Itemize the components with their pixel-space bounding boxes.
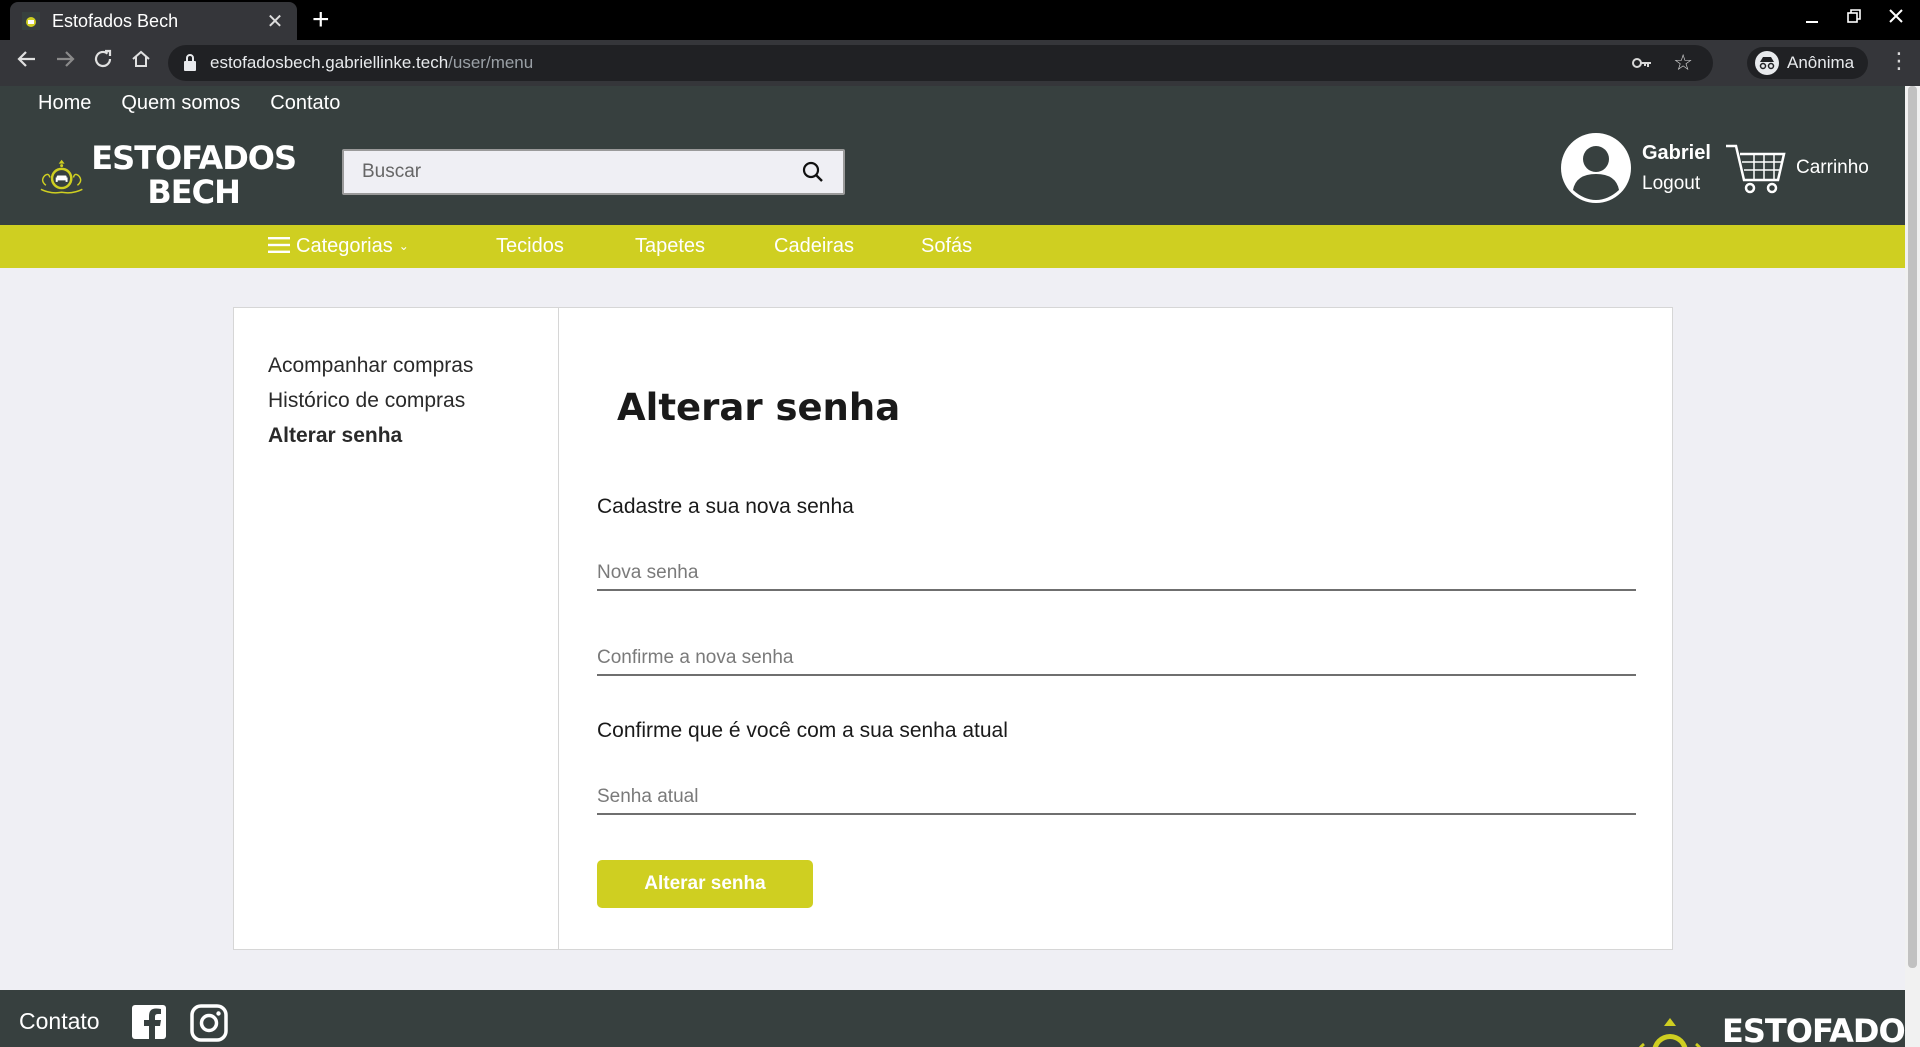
top-link-home[interactable]: Home	[38, 92, 91, 115]
incognito-profile-button[interactable]: Anônima	[1747, 47, 1869, 79]
cart-label: Carrinho	[1796, 157, 1869, 178]
address-bar[interactable]: estofadosbech.gabriellinke.tech/user/men…	[168, 45, 1713, 81]
new-tab-button[interactable]: +	[312, 4, 330, 36]
logout-link[interactable]: Logout	[1642, 173, 1711, 195]
site-logo[interactable]: ESTOFADOS BECH	[36, 130, 297, 220]
account-side-menu: Acompanhar compras Histórico de compras …	[234, 308, 559, 949]
logo-text: ESTOFADOS BECH	[91, 139, 297, 211]
new-password-section-label: Cadastre a sua nova senha	[597, 495, 854, 518]
side-menu-item-change-password[interactable]: Alterar senha	[268, 418, 558, 453]
page-title: Alterar senha	[617, 386, 901, 429]
new-password-input[interactable]	[597, 547, 1636, 589]
browser-toolbar: estofadosbech.gabriellinke.tech/user/men…	[0, 40, 1920, 86]
site-favicon-icon	[22, 12, 40, 30]
logo-emblem-icon	[40, 159, 83, 194]
user-avatar-icon[interactable]	[1560, 132, 1632, 204]
user-name: Gabriel	[1642, 141, 1711, 164]
logo-line-1: ESTOFADOS	[91, 139, 297, 177]
url-text: estofadosbech.gabriellinke.tech/user/men…	[210, 53, 533, 73]
category-link-tapetes[interactable]: Tapetes	[635, 235, 705, 258]
logo-line-2: BECH	[147, 173, 241, 211]
current-password-field-wrapper	[597, 771, 1636, 815]
category-link-cadeiras[interactable]: Cadeiras	[774, 235, 854, 258]
top-links: Home Quem somos Contato	[38, 92, 340, 115]
facebook-icon[interactable]	[131, 1004, 167, 1040]
chevron-down-icon: ⌄	[398, 239, 409, 253]
tab-title: Estofados Bech	[52, 10, 179, 31]
user-area: Gabriel Logout	[1560, 132, 1711, 204]
top-link-about[interactable]: Quem somos	[121, 92, 240, 115]
current-password-input[interactable]	[597, 771, 1636, 813]
restore-icon[interactable]	[1844, 6, 1864, 32]
change-password-button[interactable]: Alterar senha	[597, 860, 813, 908]
account-panel: Acompanhar compras Histórico de compras …	[233, 307, 1673, 950]
key-icon[interactable]	[1631, 53, 1653, 73]
user-text: Gabriel Logout	[1642, 142, 1711, 195]
footer-logo[interactable]: ESTOFADOS	[1630, 1012, 1905, 1047]
categories-dropdown[interactable]: Categorias ⌄	[268, 235, 409, 258]
confirm-password-input[interactable]	[597, 632, 1636, 674]
page-scrollbar[interactable]	[1905, 86, 1920, 1047]
category-link-sofas[interactable]: Sofás	[921, 235, 972, 258]
scrollbar-thumb[interactable]	[1908, 86, 1917, 968]
cart-icon	[1726, 144, 1786, 194]
search-box	[342, 149, 845, 195]
url-domain: estofadosbech.gabriellinke.tech	[210, 53, 449, 72]
url-path: /user/menu	[448, 53, 534, 72]
current-password-section-label: Confirme que é você com a sua senha atua…	[597, 719, 1008, 742]
incognito-label: Anônima	[1787, 53, 1855, 72]
footer-logo-emblem-icon	[1638, 1018, 1702, 1047]
footer-logo-text: ESTOFADOS	[1722, 1012, 1905, 1047]
browser-tab[interactable]: Estofados Bech ✕	[10, 2, 297, 40]
side-menu-item-order-history[interactable]: Histórico de compras	[268, 383, 558, 418]
back-icon[interactable]	[12, 48, 42, 78]
browser-tab-bar: Estofados Bech ✕ +	[0, 0, 1920, 40]
top-link-contact[interactable]: Contato	[270, 92, 340, 115]
tab-close-icon[interactable]: ✕	[265, 9, 285, 34]
category-nav: Categorias ⌄ Tecidos Tapetes Cadeiras Sof…	[0, 225, 1905, 268]
bookmark-star-icon[interactable]: ☆	[1673, 50, 1693, 76]
incognito-icon	[1755, 51, 1779, 75]
footer-contact-label: Contato	[19, 1008, 100, 1034]
window-controls	[1802, 6, 1906, 32]
forward-icon[interactable]	[50, 48, 80, 78]
instagram-icon[interactable]	[190, 1004, 228, 1042]
new-password-field-wrapper	[597, 547, 1636, 591]
home-icon[interactable]	[126, 48, 156, 78]
minimize-icon[interactable]	[1802, 6, 1822, 32]
confirm-password-field-wrapper	[597, 632, 1636, 676]
search-input[interactable]	[362, 161, 801, 183]
side-menu-item-track-orders[interactable]: Acompanhar compras	[268, 348, 558, 383]
search-icon[interactable]	[801, 160, 825, 184]
browser-menu-icon[interactable]: ⋮	[1888, 48, 1910, 74]
site-footer: Contato ESTOFADOS	[0, 990, 1905, 1047]
hamburger-icon	[268, 237, 290, 253]
close-window-icon[interactable]	[1886, 6, 1906, 32]
category-link-tecidos[interactable]: Tecidos	[496, 235, 564, 258]
cart-button[interactable]: Carrinho	[1724, 140, 1869, 196]
site-header: Home Quem somos Contato ESTOFADOS BECH B…	[0, 86, 1905, 225]
categories-label: Categorias	[296, 235, 393, 257]
lock-icon	[184, 54, 196, 71]
reload-icon[interactable]	[88, 48, 118, 78]
